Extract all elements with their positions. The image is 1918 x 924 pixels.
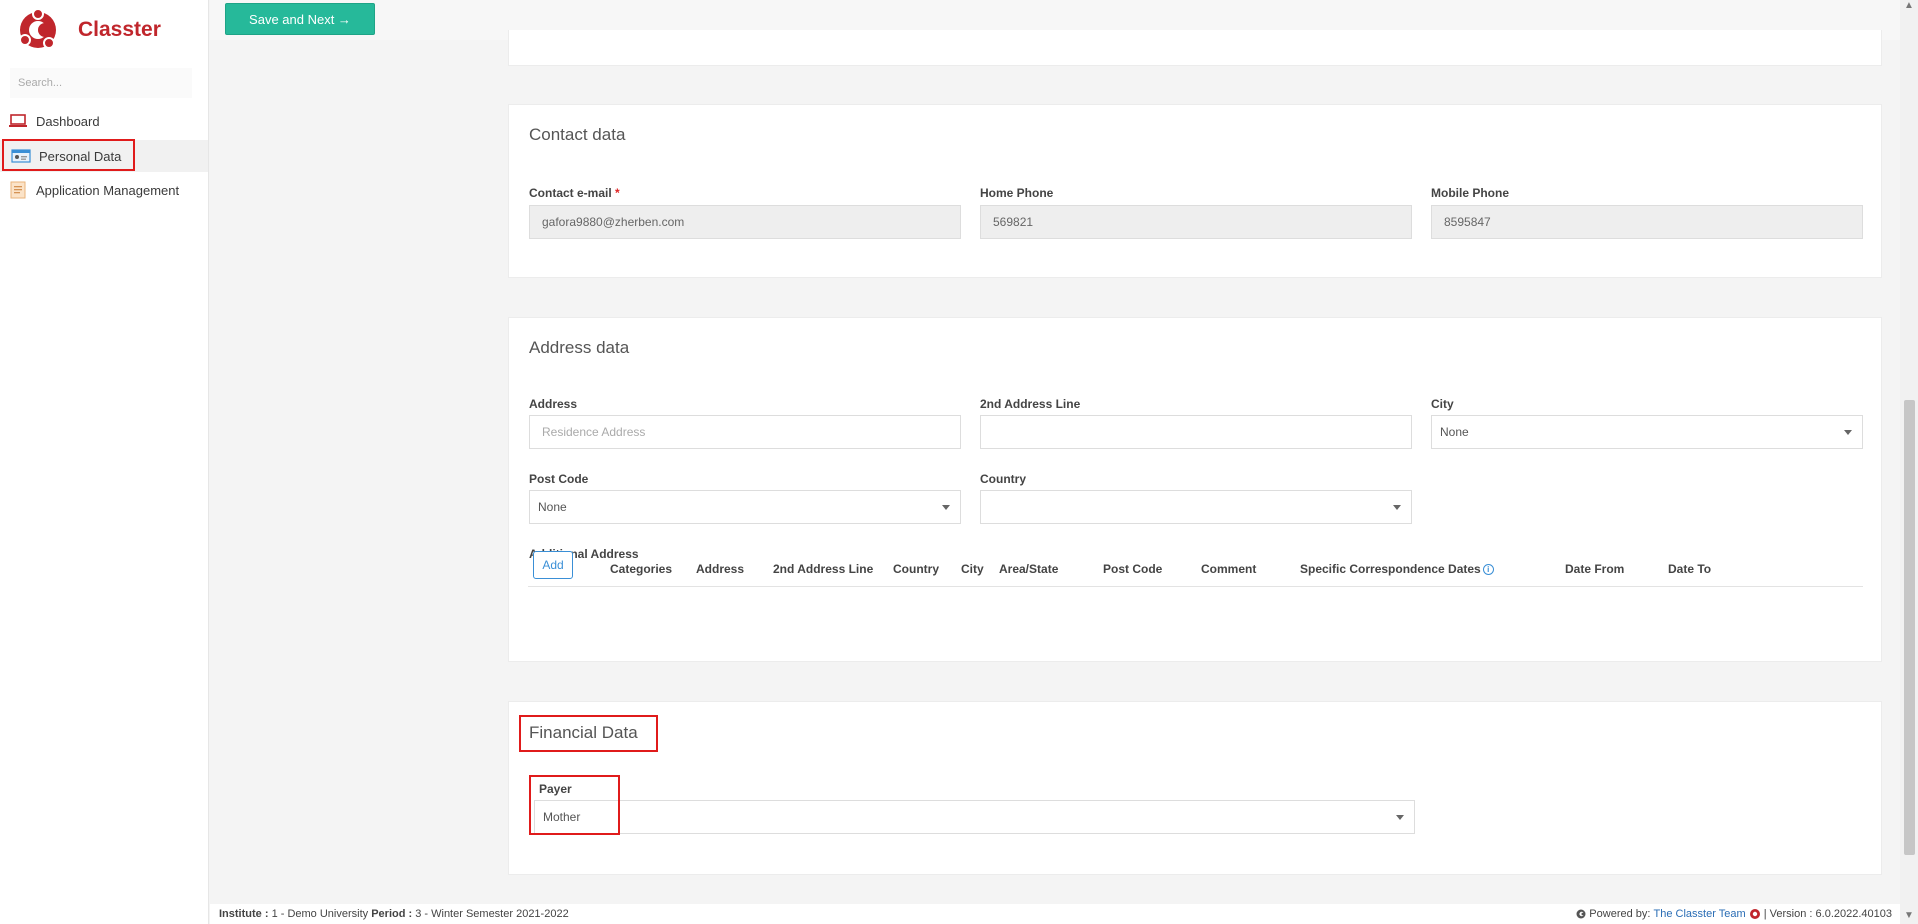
laptop-icon	[8, 111, 28, 131]
post-code-select[interactable]: None	[529, 490, 961, 524]
scroll-up-icon[interactable]: ▲	[1903, 0, 1915, 12]
period-value: 3 - Winter Semester 2021-2022	[415, 908, 569, 920]
info-icon[interactable]: i	[1482, 564, 1494, 575]
sidebar-search-input[interactable]	[10, 68, 192, 98]
footer-credits: Powered by: The Classter Team | Version …	[1576, 908, 1892, 920]
contact-data-card: Contact data Contact e-mail * gafora9880…	[508, 104, 1882, 278]
country-select[interactable]	[980, 490, 1412, 524]
address-input[interactable]: Residence Address	[529, 415, 961, 449]
chevron-down-icon	[1396, 815, 1404, 820]
address-data-title: Address data	[529, 338, 630, 357]
home-phone-field[interactable]: 569821	[980, 205, 1412, 239]
scroll-down-icon[interactable]: ▼	[1903, 910, 1915, 922]
post-code-select-value: None	[538, 500, 567, 514]
sidebar-item-label: Application Management	[36, 182, 180, 198]
column-header: Comment	[1201, 562, 1257, 576]
highlight-box-financial-title	[519, 715, 658, 752]
powered-by-label: Powered by:	[1589, 908, 1651, 920]
country-label: Country	[980, 472, 1026, 486]
financial-data-card: Financial Data Payer Mother	[508, 701, 1882, 875]
classter-small-logo-icon	[1749, 909, 1760, 919]
column-header: Date From	[1565, 562, 1625, 576]
institute-value: 1 - Demo University	[271, 908, 369, 920]
classter-team-link[interactable]: The Classter Team	[1654, 908, 1746, 920]
contact-email-label-text: Contact e-mail	[529, 186, 612, 200]
payer-select[interactable]: Mother	[534, 800, 1415, 834]
brand[interactable]: Classter	[16, 6, 161, 54]
save-and-next-button[interactable]: Save and Next →	[225, 3, 375, 35]
address-line2-label: 2nd Address Line	[980, 397, 1081, 411]
city-label: City	[1431, 397, 1454, 411]
column-header-specific-dates: Specific Correspondence Dates i	[1300, 562, 1494, 576]
scrollbar-thumb[interactable]	[1904, 400, 1915, 855]
highlight-box-payer	[529, 775, 620, 835]
chevron-down-icon	[1844, 430, 1852, 435]
highlight-box-personal-data	[2, 139, 135, 171]
brand-name: Classter	[78, 18, 161, 41]
city-select-value: None	[1440, 425, 1469, 439]
sidebar: Classter Dashboard Personal Data Applica…	[0, 0, 209, 924]
sidebar-item-application-management[interactable]: Application Management	[0, 174, 208, 206]
required-marker: *	[615, 186, 620, 200]
column-header: Categories	[610, 562, 673, 576]
sidebar-item-label: Dashboard	[36, 113, 100, 129]
column-header: Post Code	[1103, 562, 1163, 576]
chevron-down-icon	[942, 505, 950, 510]
column-header: Date To	[1668, 562, 1712, 576]
footer-context: Institute : 1 - Demo University Period :…	[219, 908, 569, 920]
chevron-down-icon	[1393, 505, 1401, 510]
city-select[interactable]: None	[1431, 415, 1863, 449]
additional-address-table-header: Add Categories Address 2nd Address Line …	[528, 550, 1863, 587]
address-line2-input[interactable]	[980, 415, 1412, 449]
column-header: Country	[893, 562, 939, 576]
address-label: Address	[529, 397, 578, 411]
mobile-phone-label: Mobile Phone	[1431, 186, 1509, 200]
mobile-phone-field[interactable]: 8595847	[1431, 205, 1863, 239]
classter-logo-icon	[19, 8, 56, 49]
column-header: Area/State	[999, 562, 1059, 576]
post-code-label: Post Code	[529, 472, 589, 486]
column-header: 2nd Address Line	[773, 562, 874, 576]
previous-section-card	[508, 30, 1882, 66]
document-icon	[8, 180, 28, 200]
institute-label: Institute :	[219, 908, 269, 920]
contact-email-field[interactable]: gafora9880@zherben.com	[529, 205, 961, 239]
footer: Institute : 1 - Demo University Period :…	[210, 904, 1900, 924]
contact-email-label: Contact e-mail *	[529, 186, 620, 200]
add-address-button[interactable]: Add	[533, 551, 573, 579]
version-text: | Version : 6.0.2022.40103	[1763, 908, 1892, 920]
sidebar-item-dashboard[interactable]: Dashboard	[0, 105, 208, 137]
period-label: Period :	[371, 908, 413, 920]
column-header-label: Specific Correspondence Dates	[1300, 562, 1481, 576]
column-header: Address	[696, 562, 745, 576]
address-data-card: Address data Address Residence Address 2…	[508, 317, 1882, 662]
contact-data-title: Contact data	[529, 125, 626, 144]
home-phone-label: Home Phone	[980, 186, 1054, 200]
copyright-icon	[1576, 909, 1586, 919]
column-header: City	[961, 562, 984, 576]
